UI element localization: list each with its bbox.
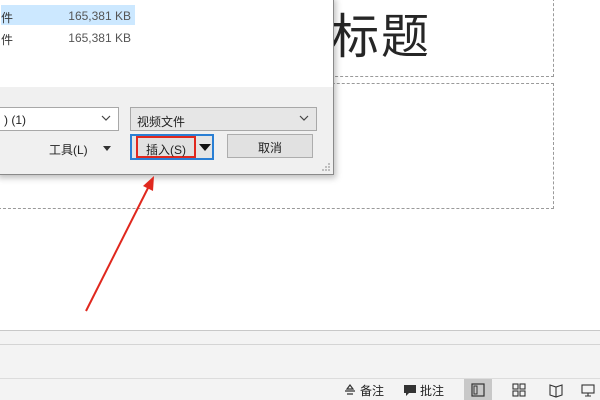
cancel-label: 取消 (257, 141, 282, 155)
file-list-item[interactable]: 件 165,381 KB (1, 5, 135, 25)
chevron-down-icon (299, 115, 309, 121)
slideshow-icon (581, 384, 595, 397)
file-name: 件 (1, 33, 14, 47)
file-size: 165,381 KB (68, 31, 131, 45)
file-list-item[interactable]: 件 165,381 KB (1, 27, 135, 47)
notes-divider (0, 344, 600, 345)
file-size: 165,381 KB (68, 9, 131, 23)
filename-combobox[interactable]: ) (1) (0, 107, 119, 131)
normal-view-button[interactable] (464, 379, 492, 400)
triangle-down-icon (199, 144, 211, 151)
comment-icon (404, 385, 416, 396)
chevron-down-icon (101, 115, 111, 121)
filetype-value: 视频文件 (137, 115, 186, 129)
caret-down-icon (103, 146, 111, 151)
file-list[interactable]: 件 165,381 KB 件 165,381 KB (0, 0, 333, 87)
file-name: 件 (1, 11, 14, 25)
title-placeholder[interactable]: 标题 (310, 0, 554, 77)
title-placeholder-text: 标题 (331, 9, 432, 65)
reading-view-icon (549, 384, 563, 398)
slideshow-view-button[interactable] (574, 379, 600, 400)
notes-button[interactable]: 备注 (340, 379, 386, 400)
status-bar: 备注 批注 (0, 378, 600, 400)
insert-label: 插入(S) (146, 143, 186, 157)
insert-dropdown-button[interactable] (198, 136, 212, 158)
notes-pane[interactable] (0, 330, 600, 378)
filename-value: ) (1) (4, 113, 26, 127)
resize-grip-icon[interactable] (321, 162, 331, 172)
normal-view-icon (471, 383, 485, 397)
reading-view-button[interactable] (542, 379, 570, 400)
slide-sorter-icon (512, 383, 526, 397)
comments-button[interactable]: 批注 (400, 379, 450, 400)
tools-button[interactable]: 工具(L) (35, 137, 117, 159)
slide-sorter-view-button[interactable] (505, 379, 533, 400)
insert-split-button: 插入(S) (130, 134, 214, 160)
insert-video-dialog: 件 165,381 KB 件 165,381 KB ) (1) 视频文件 工具(… (0, 0, 334, 175)
notes-label: 备注 (360, 384, 385, 398)
comments-label: 批注 (420, 384, 445, 398)
filetype-select[interactable]: 视频文件 (130, 107, 317, 131)
cancel-button[interactable]: 取消 (227, 134, 313, 158)
insert-button[interactable]: 插入(S) (136, 136, 196, 158)
tools-label: 工具(L) (49, 143, 88, 157)
notes-icon (345, 384, 355, 395)
